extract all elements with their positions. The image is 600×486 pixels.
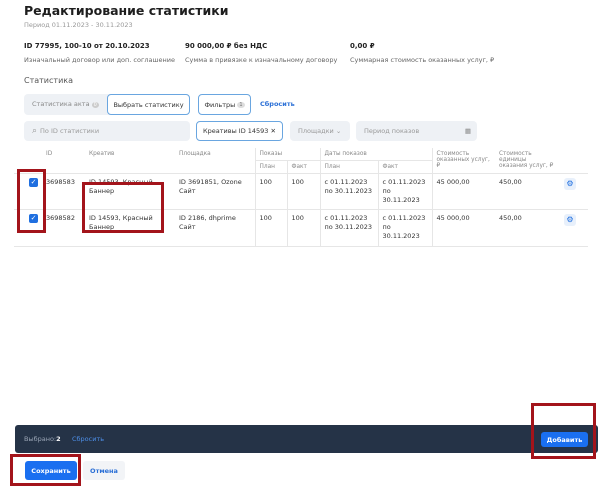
section-title: Статистика: [24, 76, 73, 85]
row-id: 3698583: [42, 173, 85, 211]
row-dates-fact: с 01.11.2023 по 30.11.2023: [377, 209, 432, 247]
badge: 0: [91, 102, 99, 108]
contract-label: Изначальный договор или доп. соглашение: [24, 56, 175, 64]
col-id: ID: [42, 148, 85, 174]
search-icon: ⌕: [32, 126, 38, 136]
highlight-creatives: [82, 182, 164, 233]
row-dates-plan: с 01.11.2023 по 30.11.2023: [319, 173, 378, 211]
period-placeholder: Период показов: [364, 127, 420, 135]
period-input[interactable]: Период показов ▦: [356, 121, 477, 141]
row-platform: ID 3691851, Ozone Сайт: [175, 173, 255, 211]
reset-filters-link[interactable]: Сбросить: [260, 100, 295, 108]
col-dates-fact: Факт: [377, 160, 432, 174]
row-settings-icon[interactable]: ⚙: [564, 178, 576, 190]
highlight-checkboxes: [17, 169, 46, 233]
row-dates-fact: с 01.11.2023 по 30.11.2023: [377, 173, 432, 211]
filters-badge: 1: [237, 101, 245, 108]
selected-count: 2: [56, 435, 61, 443]
col-creative: Креатив: [85, 148, 175, 174]
row-platform: ID 2186, dhprime Сайт: [175, 209, 255, 247]
row-settings-icon[interactable]: ⚙: [564, 214, 576, 227]
col-shows: Показы: [254, 148, 320, 161]
calendar-icon: ▦: [464, 127, 471, 135]
row-shows-fact: 100: [286, 173, 320, 211]
search-input[interactable]: ⌕ По ID статистики: [24, 121, 190, 141]
search-placeholder: По ID статистики: [40, 127, 100, 135]
reset-selection-link[interactable]: Сбросить: [72, 435, 104, 443]
total-label: Суммарная стоимость оказанных услуг, ₽: [350, 56, 495, 64]
selected-label: Выбрано:2: [24, 435, 61, 443]
row-shows-fact: 100: [286, 209, 320, 247]
cancel-button[interactable]: Отмена: [83, 461, 125, 480]
selection-bar: Выбрано:2 Сбросить: [15, 425, 598, 453]
contract-value: ID 77995, 100-10 от 20.10.2023: [24, 42, 150, 50]
row-id: 3698582: [42, 209, 85, 247]
row-cost: 45 000,00: [431, 209, 495, 247]
col-dates: Даты показов: [319, 148, 432, 161]
table-header-row: ID Креатив Площадка Показы Даты показов …: [14, 148, 588, 174]
filters-label: Фильтры: [204, 100, 236, 109]
col-shows-plan: План: [254, 160, 287, 174]
sum-value: 90 000,00 ₽ без НДС: [185, 42, 268, 50]
tab-act-stats-label: Статистика акта: [32, 100, 90, 108]
tab-act-stats[interactable]: Статистика акта 0: [32, 100, 99, 108]
page-title: Редактирование статистики: [24, 3, 229, 18]
highlight-add: [531, 403, 596, 459]
chip-label: Креативы ID 14593: [203, 127, 269, 135]
row-shows-plan: 100: [254, 209, 287, 247]
tab-choose-stats[interactable]: Выбрать статистику: [107, 94, 190, 115]
col-cost: Стоимость оказанных услуг, ₽: [431, 148, 495, 174]
chevron-down-icon: ⌄: [335, 127, 342, 135]
total-value: 0,00 ₽: [350, 42, 375, 50]
row-unit-cost: 450,00: [495, 209, 560, 247]
period-text: Период 01.11.2023 - 30.11.2023: [24, 21, 133, 29]
row-cost: 45 000,00: [431, 173, 495, 211]
col-platform: Площадка: [175, 148, 255, 174]
col-unit-cost: Стоимость единицы оказания услуг, ₽: [495, 148, 560, 174]
highlight-save: [10, 454, 81, 486]
row-shows-plan: 100: [254, 173, 287, 211]
close-icon[interactable]: ✕: [271, 127, 276, 135]
filters-button[interactable]: Фильтры 1: [198, 94, 251, 115]
col-dates-plan: План: [319, 160, 378, 174]
creative-filter-chip[interactable]: Креативы ID 14593 ✕: [196, 121, 283, 141]
row-dates-plan: с 01.11.2023 по 30.11.2023: [319, 209, 378, 247]
row-unit-cost: 450,00: [495, 173, 560, 211]
sum-label: Сумма в привязке к изначальному договору: [185, 56, 338, 64]
platforms-dropdown[interactable]: Площадки ⌄: [290, 121, 350, 141]
col-shows-fact: Факт: [286, 160, 320, 174]
platforms-label: Площадки: [298, 127, 334, 135]
